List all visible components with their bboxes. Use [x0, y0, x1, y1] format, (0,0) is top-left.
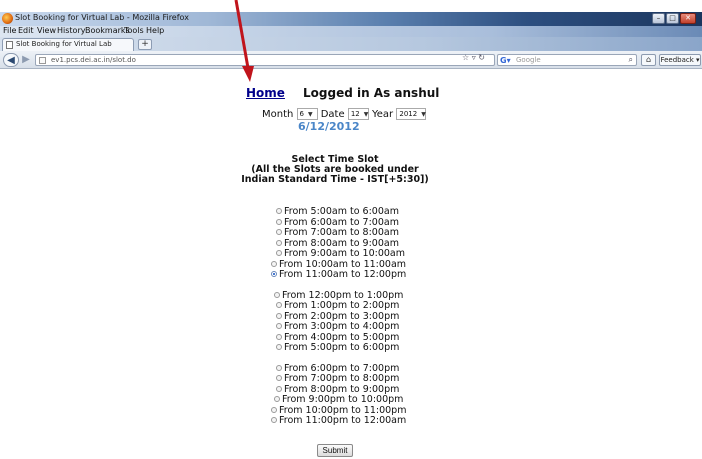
slot-list: From 5:00am to 6:00am From 6:00am to 7:00…	[0, 0, 702, 459]
time-slot-option[interactable]: From 5:00pm to 6:00pm	[276, 343, 399, 353]
time-slot-radio[interactable]	[276, 218, 282, 225]
time-slot-option[interactable]: From 1:00pm to 2:00pm	[276, 301, 399, 311]
time-slot-option[interactable]: From 4:00pm to 5:00pm	[276, 331, 400, 343]
time-slot-radio[interactable]	[271, 406, 277, 413]
time-slot-option[interactable]: From 6:00am to 7:00am	[276, 216, 399, 228]
time-slot-option[interactable]: From 9:00am to 10:00am	[276, 249, 405, 259]
time-slot-radio[interactable]	[276, 344, 282, 350]
time-slot-label: From 7:00am to 8:00am	[284, 227, 399, 238]
time-slot-option[interactable]: From 8:00am to 9:00am	[276, 237, 399, 249]
time-slot-radio[interactable]	[274, 291, 280, 298]
time-slot-label: From 5:00am to 6:00am	[284, 206, 399, 217]
time-slot-label: From 9:00pm to 10:00pm	[282, 394, 404, 405]
time-slot-label: From 9:00am to 10:00am	[284, 248, 405, 259]
time-slot-option[interactable]: From 10:00pm to 11:00pm	[271, 404, 407, 416]
time-slot-option[interactable]: From 11:00pm to 12:00am	[271, 416, 406, 426]
time-slot-label: From 6:00pm to 7:00pm	[284, 362, 400, 374]
time-slot-radio[interactable]	[276, 239, 282, 246]
submit-button[interactable]: Submit	[317, 444, 353, 457]
time-slot-radio[interactable]	[271, 260, 277, 267]
time-slot-label: From 10:00pm to 11:00pm	[279, 404, 407, 416]
time-slot-option[interactable]: From 5:00am to 6:00am	[276, 207, 399, 217]
time-slot-label: From 4:00pm to 5:00pm	[284, 331, 400, 343]
time-slot-radio[interactable]	[271, 271, 277, 277]
time-slot-radio[interactable]	[271, 417, 277, 423]
time-slot-label: From 8:00pm to 9:00pm	[284, 383, 400, 395]
time-slot-label: From 12:00pm to 1:00pm	[282, 289, 404, 301]
time-slot-label: From 11:00pm to 12:00am	[279, 415, 407, 426]
time-slot-radio[interactable]	[276, 312, 282, 319]
time-slot-label: From 7:00pm to 8:00pm	[284, 373, 400, 384]
time-slot-option[interactable]: From 11:00am to 12:00pm	[271, 270, 406, 280]
time-slot-radio[interactable]	[276, 333, 282, 340]
time-slot-label: From 10:00am to 11:00am	[279, 258, 407, 270]
time-slot-label: From 2:00pm to 3:00pm	[284, 310, 400, 322]
time-slot-label: From 11:00am to 12:00pm	[279, 269, 407, 280]
time-slot-option[interactable]: From 7:00am to 8:00am	[276, 228, 399, 238]
time-slot-radio[interactable]	[276, 364, 282, 371]
time-slot-radio[interactable]	[276, 323, 282, 329]
time-slot-radio[interactable]	[276, 250, 282, 256]
time-slot-label: From 1:00pm to 2:00pm	[284, 300, 400, 311]
time-slot-option[interactable]: From 9:00pm to 10:00pm	[274, 395, 403, 405]
time-slot-label: From 6:00am to 7:00am	[284, 216, 399, 228]
time-slot-option[interactable]: From 12:00pm to 1:00pm	[274, 289, 404, 301]
time-slot-label: From 5:00pm to 6:00pm	[284, 342, 400, 353]
time-slot-option[interactable]: From 10:00am to 11:00am	[271, 258, 407, 270]
time-slot-radio[interactable]	[276, 385, 282, 392]
time-slot-option[interactable]: From 3:00pm to 4:00pm	[276, 322, 399, 332]
time-slot-option[interactable]: From 6:00pm to 7:00pm	[276, 362, 400, 374]
time-slot-radio[interactable]	[276, 208, 282, 214]
time-slot-radio[interactable]	[276, 375, 282, 381]
time-slot-radio[interactable]	[274, 396, 280, 402]
time-slot-radio[interactable]	[276, 229, 282, 235]
time-slot-option[interactable]: From 8:00pm to 9:00pm	[276, 383, 400, 395]
time-slot-label: From 3:00pm to 4:00pm	[284, 321, 400, 332]
time-slot-option[interactable]: From 7:00pm to 8:00pm	[276, 374, 399, 384]
time-slot-label: From 8:00am to 9:00am	[284, 237, 399, 249]
time-slot-radio[interactable]	[276, 302, 282, 308]
time-slot-option[interactable]: From 2:00pm to 3:00pm	[276, 310, 400, 322]
